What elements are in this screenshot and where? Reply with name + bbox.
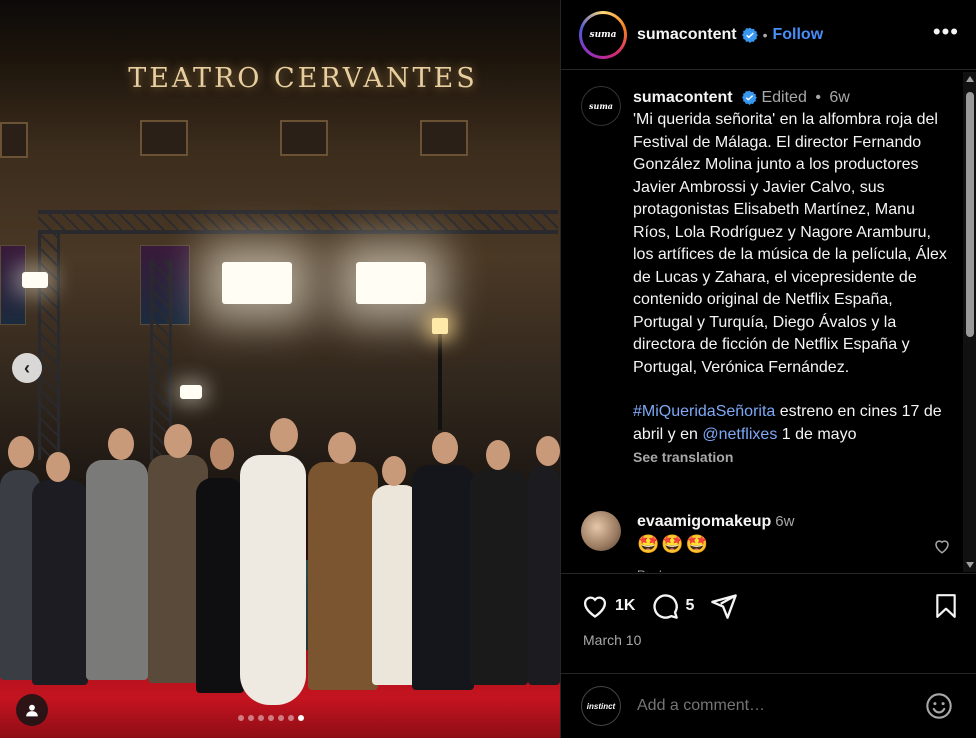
add-comment-input[interactable] (637, 697, 897, 715)
scroll-down-arrow-icon[interactable] (966, 562, 974, 568)
carousel-dot (288, 715, 294, 721)
person-head (486, 440, 510, 470)
mention-link[interactable]: @netflixes (702, 426, 777, 443)
comment-like-heart-icon[interactable] (933, 537, 951, 555)
person-head (210, 438, 234, 470)
separator-dot: • (815, 89, 821, 106)
window (140, 120, 188, 156)
comment-time[interactable]: 6w (775, 513, 794, 530)
story-ring-avatar[interactable]: suma (579, 10, 627, 59)
stage-light (22, 272, 48, 288)
commenter-avatar[interactable] (581, 511, 621, 551)
post-header: suma sumacontent • Follow ••• (561, 0, 976, 70)
hashtag-link[interactable]: #MiQueridaSeñorita (633, 403, 775, 420)
window (0, 122, 28, 158)
person-head (536, 436, 560, 466)
person (86, 460, 148, 680)
comment-item: evaamigomakeup6w 🤩🤩🤩 Reply (581, 511, 951, 572)
truss-leg (38, 230, 60, 460)
carousel-dot (298, 715, 304, 721)
stage-light (180, 385, 202, 399)
add-comment-bar: instinct (561, 673, 976, 738)
likes-count[interactable]: 1K (615, 597, 635, 615)
window (280, 120, 328, 156)
header-username[interactable]: sumacontent (637, 26, 737, 44)
caption-username[interactable]: sumacontent (633, 89, 733, 106)
person (32, 480, 88, 685)
reply-link[interactable]: Reply (637, 568, 668, 572)
post-actions: 1K 5 March 10 (561, 573, 976, 673)
see-translation-link[interactable]: See translation (633, 446, 951, 469)
post-photo[interactable]: TEATRO CERVANTES ‹ (0, 0, 560, 738)
like-heart-icon[interactable] (581, 592, 609, 620)
person (196, 478, 244, 693)
person (412, 465, 474, 690)
user-tag-icon (26, 704, 38, 717)
carousel-prev-button[interactable]: ‹ (12, 353, 42, 383)
post-date[interactable]: March 10 (583, 632, 641, 648)
comment-text: 🤩🤩🤩 (637, 534, 711, 554)
chevron-left-icon: ‹ (24, 358, 30, 378)
person-head (46, 452, 70, 482)
person-head (270, 418, 298, 452)
street-lamp (432, 318, 448, 430)
carousel-dot (258, 715, 264, 721)
avatar: suma (582, 13, 624, 56)
scroll-up-arrow-icon[interactable] (966, 76, 974, 82)
stage-light (356, 262, 426, 304)
caption-time[interactable]: 6w (829, 89, 849, 106)
share-paper-plane-icon[interactable] (710, 592, 738, 620)
caption-avatar[interactable]: suma (581, 86, 621, 126)
caption-cta: #MiQueridaSeñorita estreno en cines 17 d… (633, 401, 951, 446)
separator-dot: • (762, 26, 768, 43)
window (420, 120, 468, 156)
verified-badge-icon (742, 90, 758, 105)
carousel-dot (248, 715, 254, 721)
action-row: 1K 5 (581, 592, 738, 620)
carousel-indicator (238, 715, 304, 721)
person-head (108, 428, 134, 460)
scrollbar[interactable] (963, 72, 976, 572)
verified-badge-icon (741, 27, 758, 43)
caption-body: sumacontent Edited • 6w 'Mi querida seño… (633, 88, 951, 469)
person-head (382, 456, 406, 486)
post-side-panel: suma sumacontent • Follow ••• suma sumac… (560, 0, 976, 738)
edited-label: Edited (761, 89, 807, 106)
bookmark-icon[interactable] (933, 592, 959, 620)
person-head (432, 432, 458, 464)
caption-text: 'Mi querida señorita' en la alfombra roj… (633, 111, 947, 376)
caption-text-3: 1 de mayo (777, 425, 857, 443)
scrollbar-thumb[interactable] (966, 92, 974, 337)
comment-bubble-icon[interactable] (651, 592, 679, 620)
current-user-avatar: instinct (581, 686, 621, 726)
comments-scroll-area[interactable]: suma sumacontent Edited • 6w 'Mi querida… (561, 71, 961, 573)
person-head (8, 436, 34, 468)
emoji-picker-icon[interactable] (925, 692, 953, 720)
carousel-dot (278, 715, 284, 721)
person-head (328, 432, 356, 464)
person (240, 455, 306, 705)
person (308, 462, 378, 690)
comments-count[interactable]: 5 (685, 597, 694, 615)
theatre-sign: TEATRO CERVANTES (128, 62, 478, 94)
tagged-users-button[interactable] (16, 694, 48, 726)
lighting-truss (38, 210, 558, 234)
person (528, 465, 560, 685)
person-head (164, 424, 192, 458)
commenter-username[interactable]: evaamigomakeup 6w (637, 513, 794, 531)
carousel-dot (238, 715, 244, 721)
more-options-icon[interactable]: ••• (933, 21, 959, 43)
person (470, 470, 528, 685)
follow-button[interactable]: Follow (772, 26, 823, 44)
caption-header: sumacontent Edited • 6w (633, 88, 951, 108)
carousel-dot (268, 715, 274, 721)
stage-light (222, 262, 292, 304)
